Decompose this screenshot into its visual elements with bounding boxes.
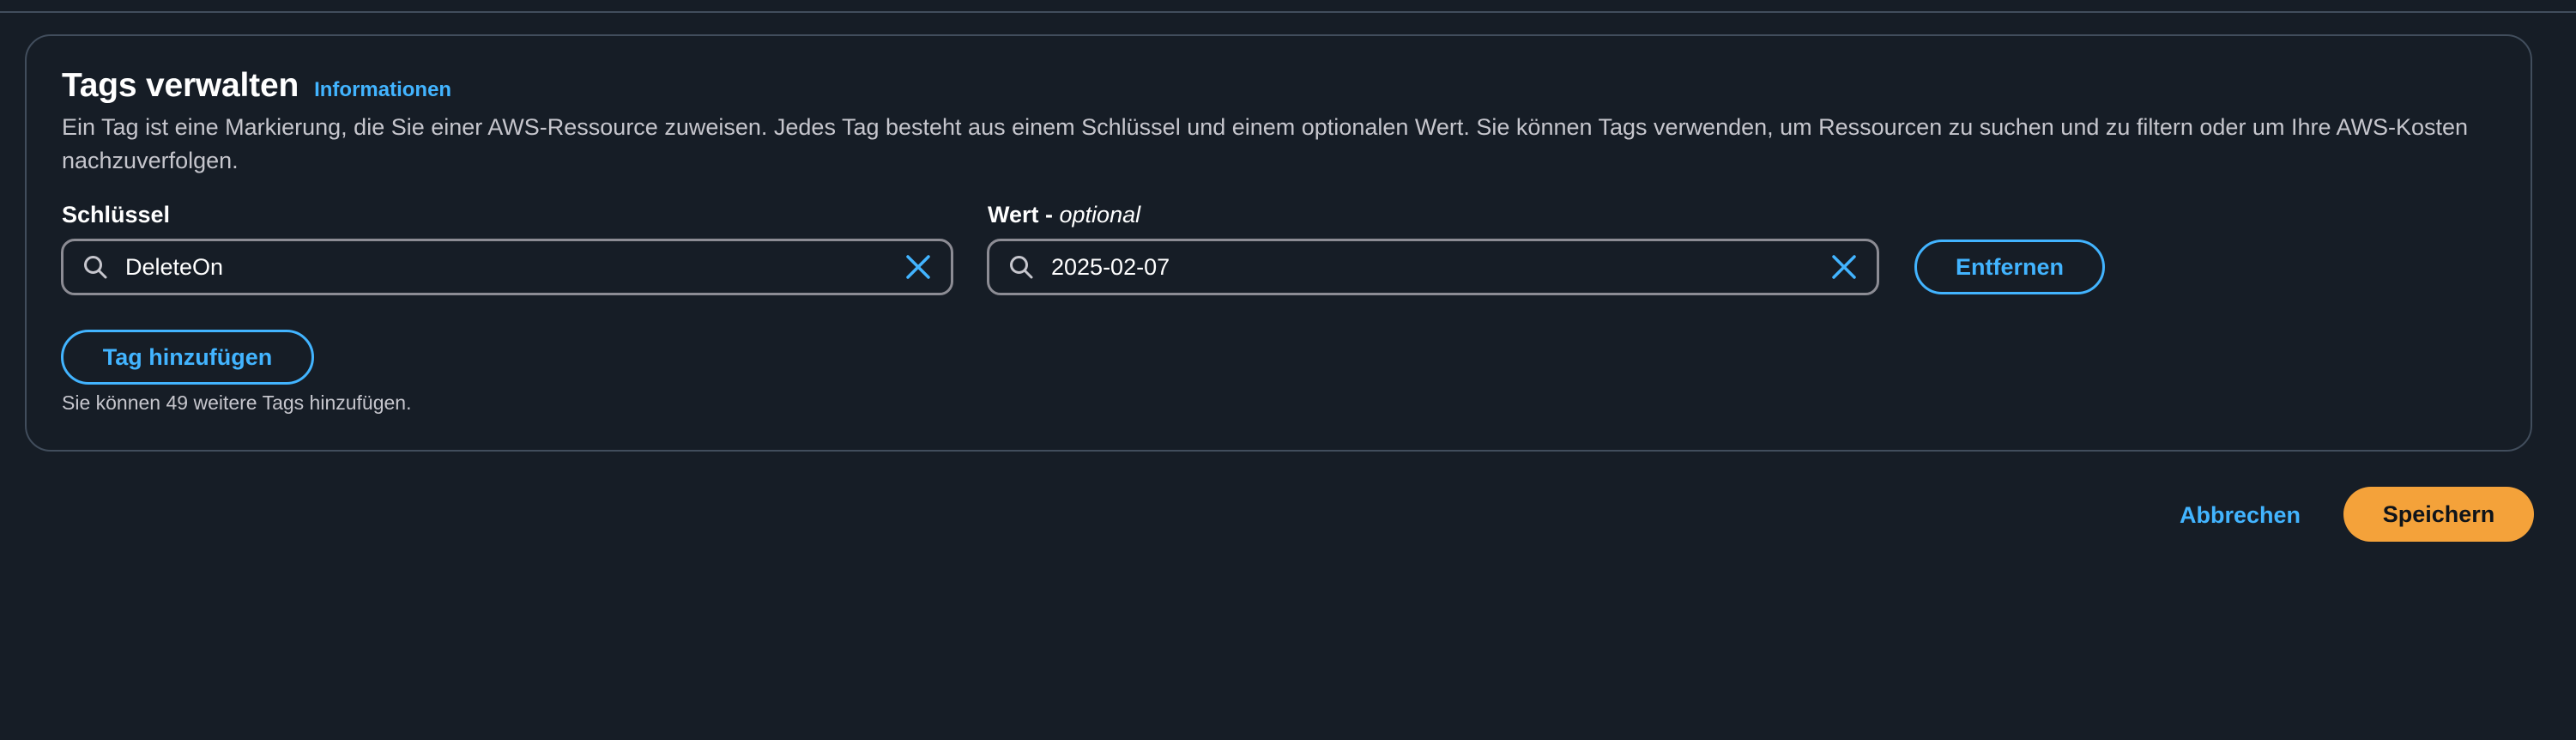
- key-field[interactable]: [61, 239, 953, 295]
- cancel-button[interactable]: Abbrechen: [2180, 498, 2301, 532]
- key-input[interactable]: [125, 241, 880, 293]
- top-divider: [0, 0, 2576, 13]
- close-icon[interactable]: [904, 253, 932, 281]
- info-link[interactable]: Informationen: [314, 78, 451, 102]
- manage-tags-panel: Tags verwalten Informationen Ein Tag ist…: [25, 34, 2532, 452]
- value-label-optional: optional: [1059, 202, 1141, 227]
- search-icon: [1010, 256, 1033, 279]
- close-icon[interactable]: [1830, 253, 1858, 281]
- value-field[interactable]: [987, 239, 1879, 295]
- key-label: Schlüssel: [62, 202, 171, 227]
- search-icon: [84, 256, 107, 279]
- page-title: Tags verwalten: [62, 67, 299, 104]
- add-tag-button[interactable]: Tag hinzufügen: [61, 330, 314, 385]
- panel-description: Ein Tag ist eine Markierung, die Sie ein…: [62, 114, 2469, 173]
- value-label: Wert - optional: [988, 202, 1140, 228]
- panel-header: Tags verwalten Informationen: [62, 67, 451, 105]
- save-button[interactable]: Speichern: [2343, 487, 2534, 542]
- remaining-tags-hint: Sie können 49 weitere Tags hinzufügen.: [62, 391, 412, 414]
- value-input[interactable]: [1051, 241, 1806, 293]
- remove-tag-button[interactable]: Entfernen: [1914, 240, 2105, 294]
- value-label-text: Wert -: [988, 202, 1060, 227]
